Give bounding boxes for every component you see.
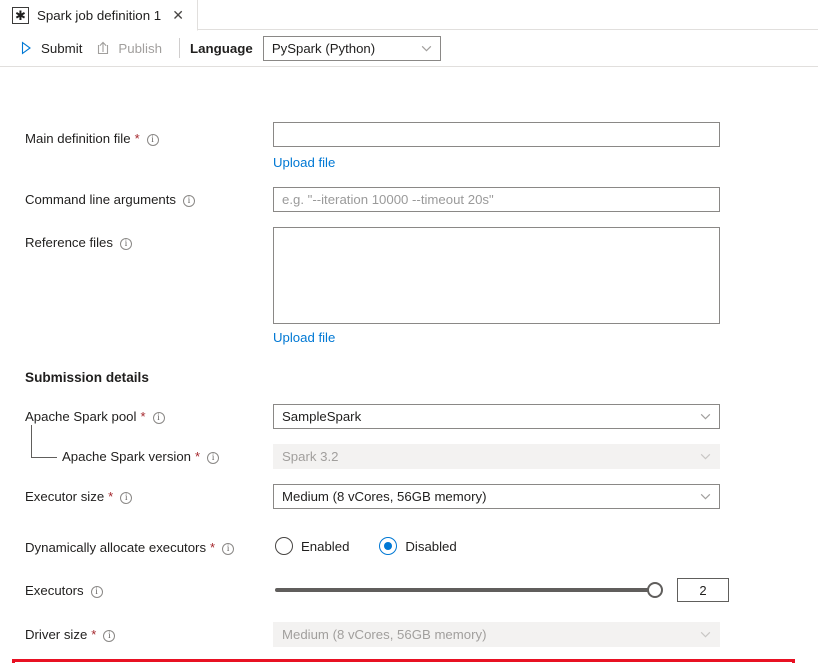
highlight-box bbox=[12, 659, 795, 663]
tab-spark-job-definition-1[interactable]: ✱ Spark job definition 1 ✕ bbox=[0, 0, 198, 31]
radio-disabled[interactable]: Disabled bbox=[379, 537, 456, 555]
apache-spark-version-label: Apache Spark version bbox=[62, 449, 191, 464]
required-marker: * bbox=[210, 540, 215, 555]
apache-spark-pool-label-row: Apache Spark pool * i bbox=[25, 409, 165, 424]
info-icon[interactable]: i bbox=[147, 134, 159, 146]
dynamically-allocate-executors-label: Dynamically allocate executors bbox=[25, 540, 206, 555]
main-definition-file-upload-link[interactable]: Upload file bbox=[273, 155, 335, 170]
apache-spark-version-value: Spark 3.2 bbox=[282, 449, 338, 464]
submit-button[interactable]: Submit bbox=[14, 34, 91, 62]
submission-details-heading: Submission details bbox=[25, 370, 149, 385]
radio-disabled-dot bbox=[379, 537, 397, 555]
driver-size-label-row: Driver size * i bbox=[25, 627, 115, 642]
executor-size-value: Medium (8 vCores, 56GB memory) bbox=[282, 489, 486, 504]
upload-arrow-icon bbox=[95, 40, 111, 56]
chevron-down-icon bbox=[699, 410, 712, 423]
publish-label: Publish bbox=[118, 41, 162, 56]
executors-slider[interactable] bbox=[275, 588, 655, 592]
required-marker: * bbox=[195, 449, 200, 464]
info-icon[interactable]: i bbox=[120, 492, 132, 504]
tab-strip: ✱ Spark job definition 1 ✕ bbox=[0, 0, 818, 30]
main-definition-file-input[interactable] bbox=[273, 122, 720, 147]
chevron-down-icon bbox=[420, 42, 433, 55]
radio-disabled-label: Disabled bbox=[405, 539, 456, 554]
info-icon[interactable]: i bbox=[222, 543, 234, 555]
required-marker: * bbox=[140, 409, 145, 424]
toolbar-divider bbox=[179, 38, 180, 58]
apache-spark-version-dropdown: Spark 3.2 bbox=[273, 444, 720, 469]
spark-job-definition-icon: ✱ bbox=[12, 7, 29, 24]
publish-button[interactable]: Publish bbox=[91, 34, 171, 62]
command-line-arguments-input[interactable]: e.g. "--iteration 10000 --timeout 20s" bbox=[273, 187, 720, 212]
info-icon[interactable]: i bbox=[103, 630, 115, 642]
command-line-arguments-label-row: Command line arguments i bbox=[25, 192, 195, 207]
apache-spark-pool-value: SampleSpark bbox=[282, 409, 361, 424]
tree-connector bbox=[31, 425, 57, 458]
required-marker: * bbox=[135, 131, 140, 146]
driver-size-value: Medium (8 vCores, 56GB memory) bbox=[282, 627, 486, 642]
executor-size-dropdown[interactable]: Medium (8 vCores, 56GB memory) bbox=[273, 484, 720, 509]
chevron-down-icon bbox=[699, 450, 712, 463]
info-icon[interactable]: i bbox=[153, 412, 165, 424]
reference-files-upload-link[interactable]: Upload file bbox=[273, 330, 335, 345]
main-definition-file-label-row: Main definition file * i bbox=[25, 131, 159, 146]
form-body: Main definition file * i Upload file Comma… bbox=[0, 67, 818, 663]
radio-enabled-label: Enabled bbox=[301, 539, 349, 554]
command-line-arguments-label: Command line arguments bbox=[25, 192, 176, 207]
info-icon[interactable]: i bbox=[207, 452, 219, 464]
radio-enabled-dot bbox=[275, 537, 293, 555]
reference-files-label: Reference files bbox=[25, 235, 113, 250]
radio-enabled[interactable]: Enabled bbox=[275, 537, 349, 555]
executors-label: Executors bbox=[25, 583, 84, 598]
close-icon[interactable]: ✕ bbox=[169, 6, 187, 24]
chevron-down-icon bbox=[699, 490, 712, 503]
apache-spark-version-label-row: Apache Spark version * i bbox=[62, 449, 219, 464]
executors-slider-thumb[interactable] bbox=[647, 582, 663, 598]
toolbar: Submit Publish Language PySpark (Python) bbox=[0, 30, 818, 67]
info-icon[interactable]: i bbox=[120, 238, 132, 250]
language-dropdown[interactable]: PySpark (Python) bbox=[263, 36, 441, 61]
reference-files-label-row: Reference files i bbox=[25, 235, 132, 250]
info-icon[interactable]: i bbox=[91, 586, 103, 598]
driver-size-label: Driver size bbox=[25, 627, 87, 642]
required-marker: * bbox=[108, 489, 113, 504]
apache-spark-pool-label: Apache Spark pool bbox=[25, 409, 136, 424]
submit-label: Submit bbox=[41, 41, 82, 56]
driver-size-dropdown: Medium (8 vCores, 56GB memory) bbox=[273, 622, 720, 647]
executors-slider-row: 2 bbox=[275, 578, 729, 602]
language-value: PySpark (Python) bbox=[272, 41, 375, 56]
apache-spark-pool-dropdown[interactable]: SampleSpark bbox=[273, 404, 720, 429]
main-definition-file-label: Main definition file bbox=[25, 131, 131, 146]
executors-label-row: Executors i bbox=[25, 583, 103, 598]
play-triangle-icon bbox=[18, 40, 34, 56]
reference-files-textarea[interactable] bbox=[273, 227, 720, 324]
executors-value-input[interactable]: 2 bbox=[677, 578, 729, 602]
dynamically-allocate-executors-radio-group: Enabled Disabled bbox=[275, 537, 457, 555]
required-marker: * bbox=[91, 627, 96, 642]
info-icon[interactable]: i bbox=[183, 195, 195, 207]
executor-size-label-row: Executor size * i bbox=[25, 489, 132, 504]
dynamically-allocate-executors-label-row: Dynamically allocate executors * i bbox=[25, 540, 234, 555]
language-label: Language bbox=[190, 41, 253, 56]
executor-size-label: Executor size bbox=[25, 489, 104, 504]
tab-label: Spark job definition 1 bbox=[37, 8, 161, 23]
chevron-down-icon bbox=[699, 628, 712, 641]
